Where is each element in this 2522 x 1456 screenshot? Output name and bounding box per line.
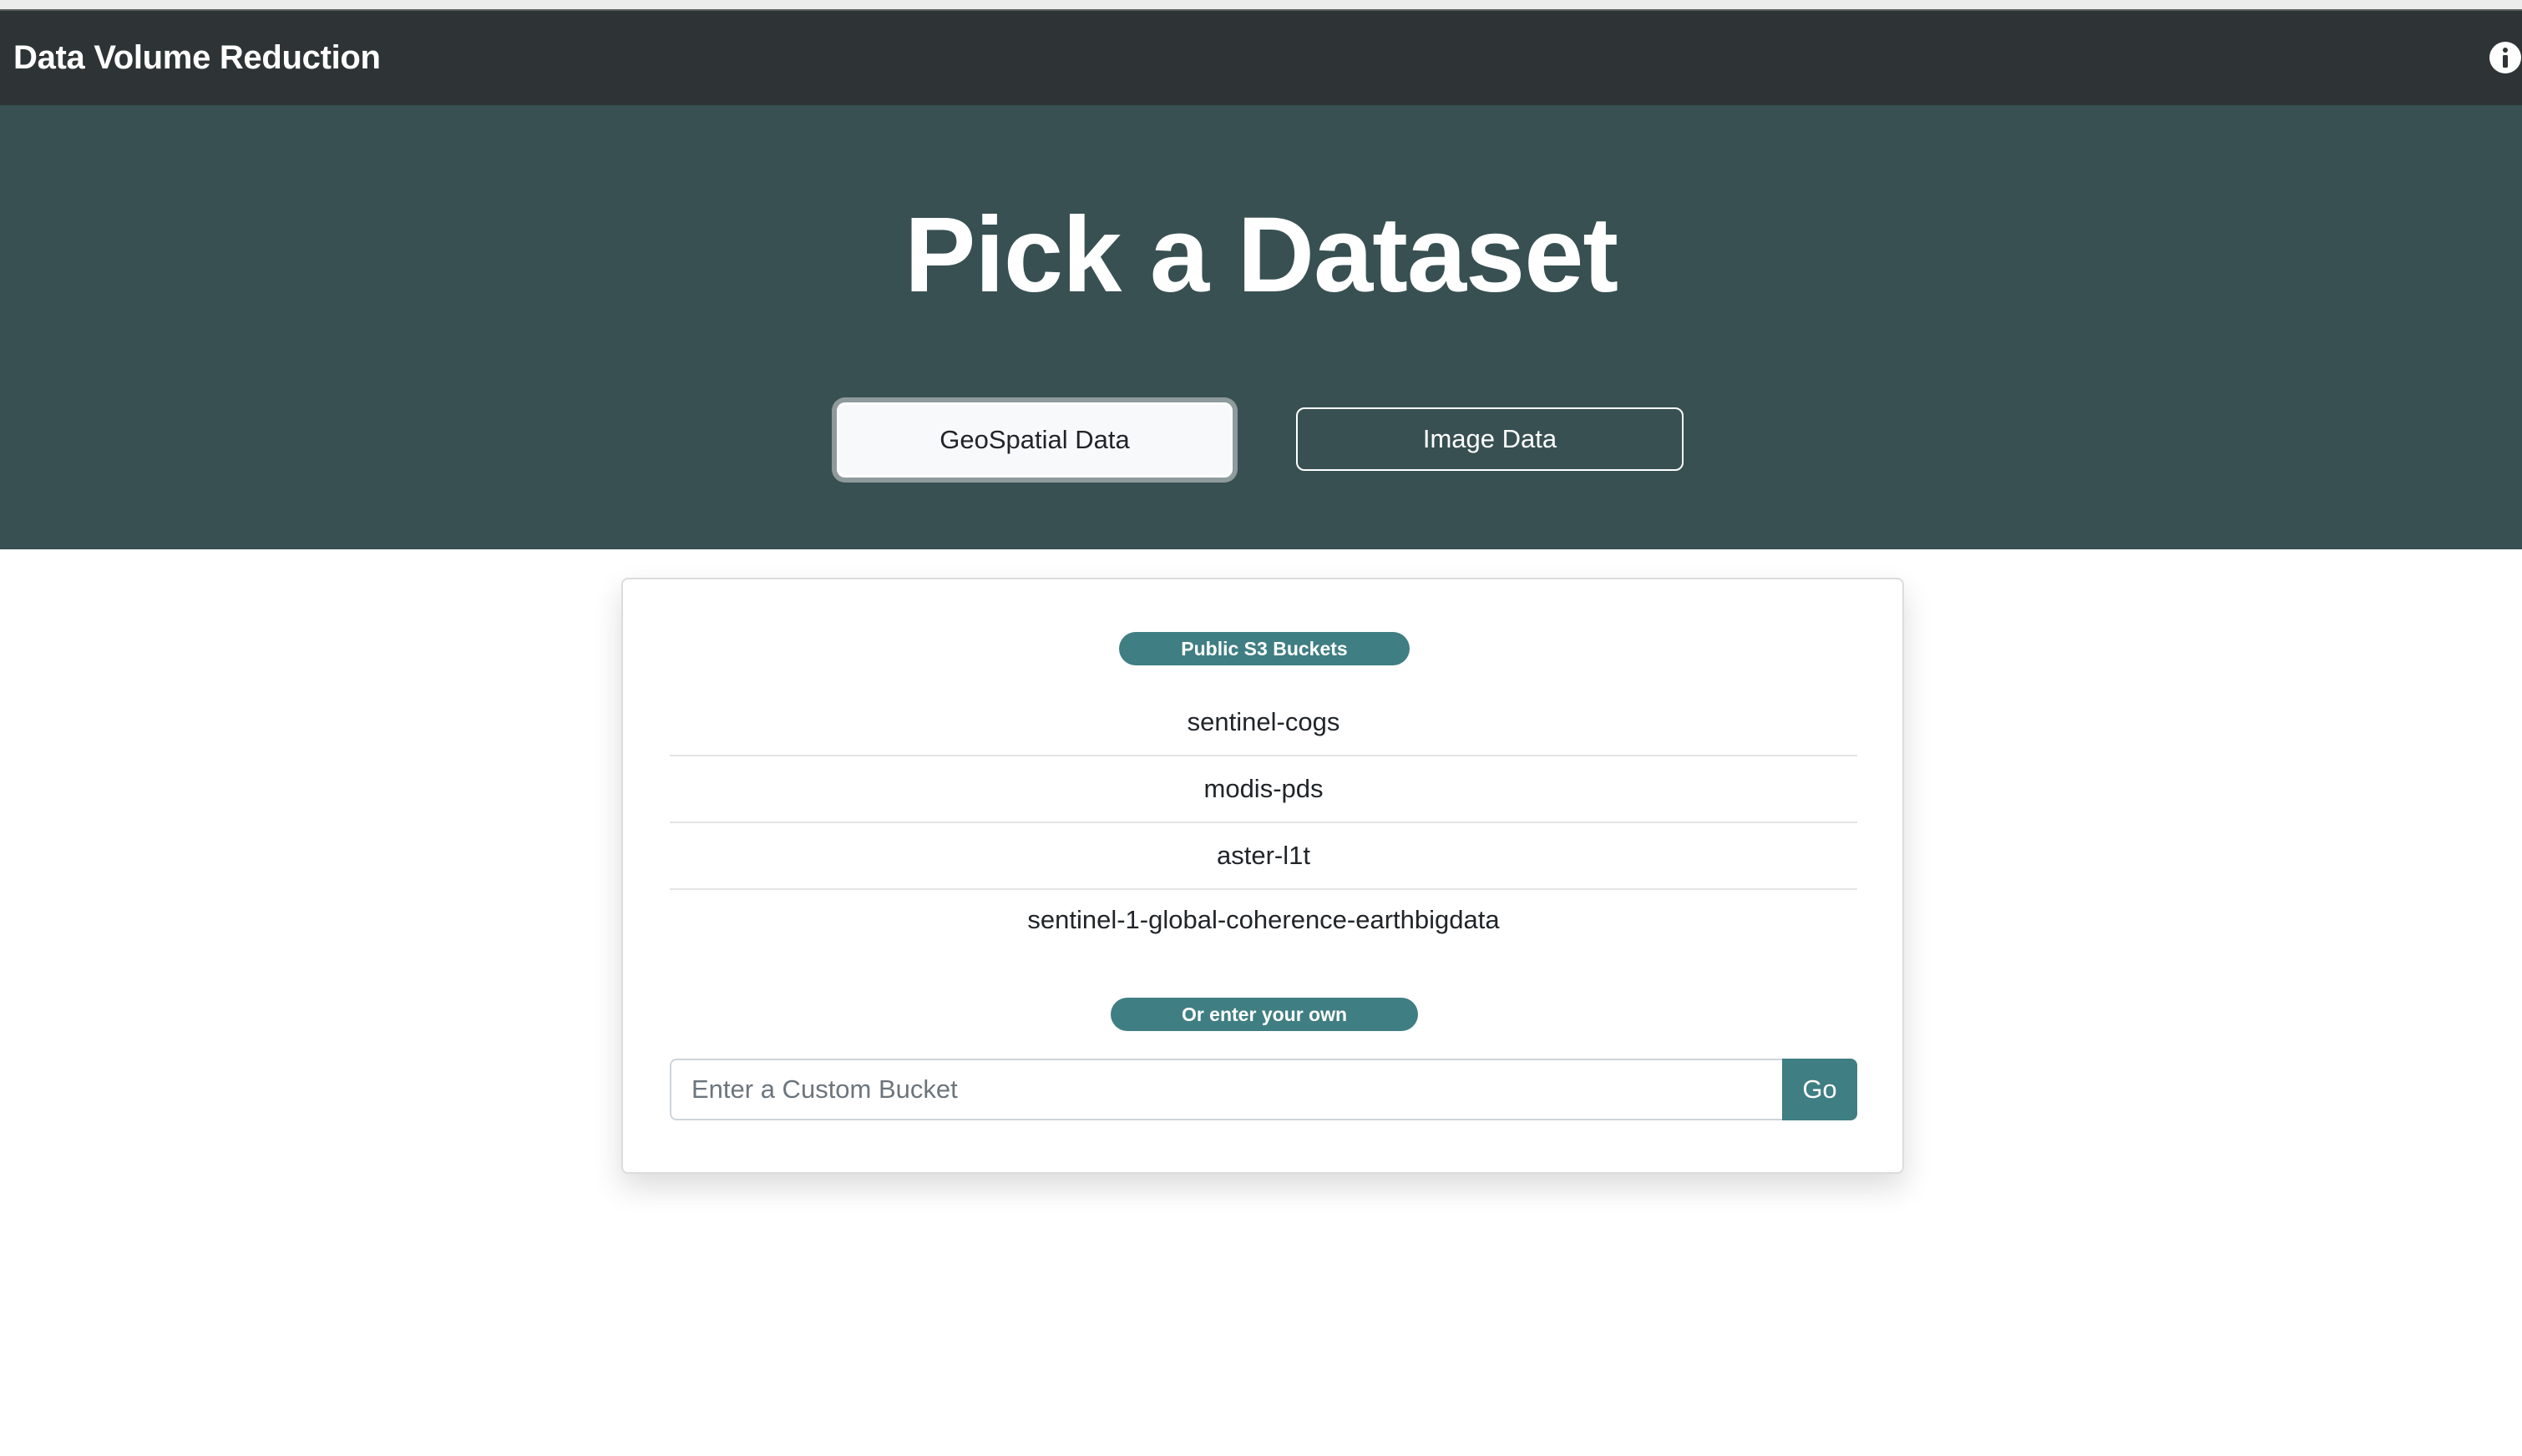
navbar: Data Volume Reduction [0,11,2522,105]
page-title: Pick a Dataset [904,195,1618,315]
enter-your-own-badge: Or enter your own [1111,998,1418,1031]
list-item-sentinel-1-global-coherence[interactable]: sentinel-1-global-coherence-earthbigdata [670,890,1857,947]
image-data-button[interactable]: Image Data [1296,407,1684,471]
list-item-modis-pds[interactable]: modis-pds [670,756,1857,823]
browser-top-strip [0,0,2522,11]
hero-section: Pick a Dataset GeoSpatial Data Image Dat… [0,105,2522,549]
public-buckets-badge: Public S3 Buckets [1119,632,1410,665]
custom-bucket-input-group: Go [670,1059,1857,1120]
bucket-card: Public S3 Buckets sentinel-cogs modis-pd… [621,578,1904,1174]
go-button[interactable]: Go [1782,1059,1857,1120]
info-circle-icon[interactable] [2489,41,2522,74]
list-item-sentinel-cogs[interactable]: sentinel-cogs [670,690,1857,756]
bucket-list: sentinel-cogs modis-pds aster-l1t sentin… [670,690,1857,947]
custom-bucket-input[interactable] [670,1059,1782,1120]
app-title: Data Volume Reduction [13,39,381,76]
geospatial-data-button[interactable]: GeoSpatial Data [837,402,1233,478]
list-item-aster-l1t[interactable]: aster-l1t [670,823,1857,890]
